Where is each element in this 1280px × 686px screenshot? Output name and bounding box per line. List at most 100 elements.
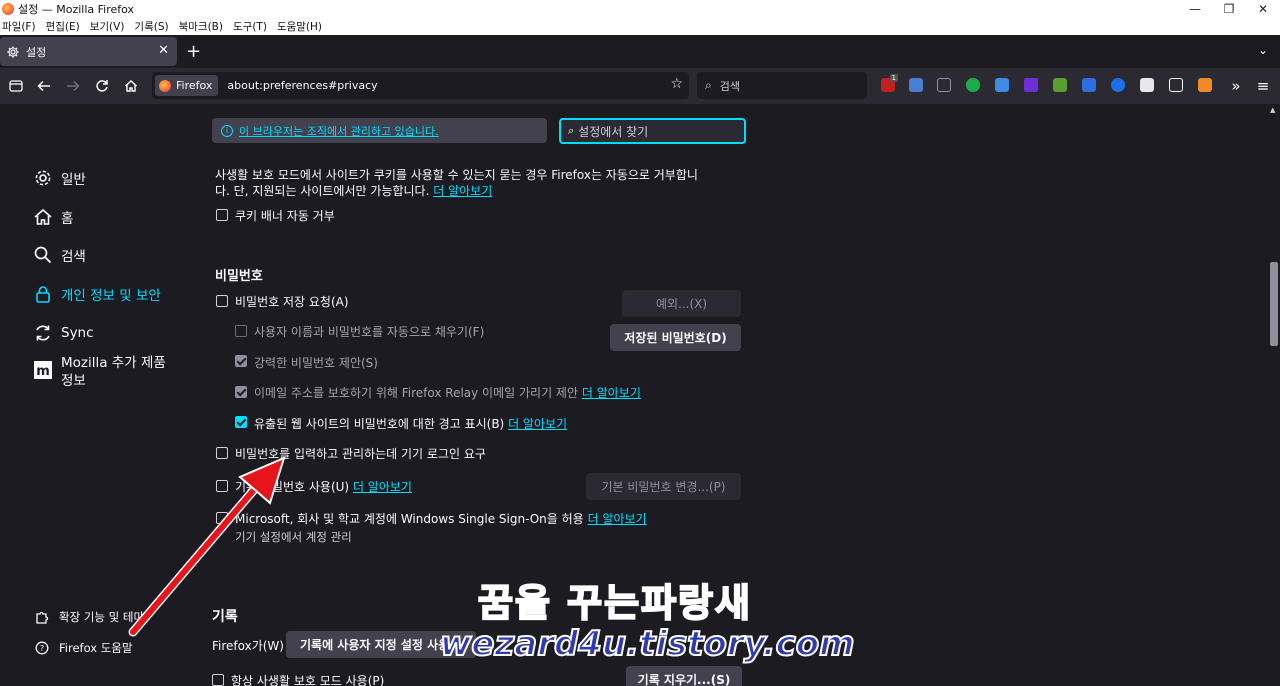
window-title: 설정 — Mozilla Firefox bbox=[18, 3, 135, 16]
tab-label: 설정 bbox=[26, 45, 47, 59]
sidebar-item-text: Mozilla 추가 제품 정보 bbox=[61, 354, 166, 390]
help-icon: ? bbox=[35, 641, 49, 655]
shield-extension-icon[interactable] bbox=[995, 78, 1009, 92]
users-extension-icon[interactable] bbox=[937, 78, 951, 92]
url-text[interactable]: about:preferences#privacy bbox=[227, 79, 377, 92]
new-tab-button[interactable]: + bbox=[186, 41, 201, 62]
reload-icon[interactable] bbox=[92, 76, 112, 96]
sidebar-item-sync[interactable]: Sync bbox=[33, 323, 94, 343]
menu-file[interactable]: 파일(F) bbox=[2, 19, 36, 34]
window-extension-icon[interactable] bbox=[1140, 78, 1154, 92]
suggest-strong-password-label: 강력한 비밀번호 제안(S) bbox=[254, 356, 378, 370]
sync-icon bbox=[33, 323, 53, 343]
relay-learn-more-link[interactable]: 더 알아보기 bbox=[582, 386, 641, 400]
autofill-passwords-checkbox[interactable] bbox=[235, 325, 247, 337]
gear-icon bbox=[7, 45, 19, 58]
menu-bookmarks[interactable]: 북마크(B) bbox=[179, 19, 223, 34]
hamburger-menu-icon[interactable]: ≡ bbox=[1253, 76, 1273, 96]
primary-password-learn-more-link[interactable]: 더 알아보기 bbox=[353, 480, 412, 494]
forward-arrow-icon[interactable] bbox=[63, 76, 83, 96]
home-icon bbox=[33, 207, 53, 227]
cookie-desc-text: 다. 단, 지원되는 사이트에서만 가능합니다. bbox=[215, 184, 430, 198]
reject-cookie-banner-checkbox[interactable] bbox=[216, 209, 228, 221]
sidebar-item-label-line2: 정보 bbox=[61, 373, 86, 389]
find-in-settings-input[interactable]: ⌕ 설정에서 찾기 bbox=[559, 118, 746, 144]
history-firefox-will-label: Firefox가(W) bbox=[212, 639, 284, 653]
saved-passwords-button[interactable]: 저장된 비밀번호(D) bbox=[610, 324, 741, 351]
purple-extension-icon[interactable] bbox=[1024, 78, 1038, 92]
clear-history-button[interactable]: 기록 지우기...(S) bbox=[626, 666, 742, 686]
policy-link[interactable]: 이 브라우저는 조직에서 관리하고 있습니다. bbox=[239, 123, 439, 139]
footer-label: Firefox 도움말 bbox=[59, 641, 133, 655]
menu-edit[interactable]: 편집(E) bbox=[46, 19, 80, 34]
trash-extension-icon[interactable] bbox=[1198, 78, 1212, 92]
menu-view[interactable]: 보기(V) bbox=[90, 19, 125, 34]
autofill-passwords-label: 사용자 이름과 비밀번호를 자동으로 채우기(F) bbox=[254, 325, 485, 339]
close-window-button[interactable]: ✕ bbox=[1246, 2, 1280, 16]
sidebar-footer-extensions[interactable]: 확장 기능 및 테마 bbox=[35, 609, 144, 625]
change-primary-password-button[interactable]: 기본 비밀번호 변경...(P) bbox=[586, 473, 741, 500]
tab-list-chevron-icon[interactable]: ⌄ bbox=[1258, 43, 1268, 57]
sidebar-item-mozilla-products[interactable]: m Mozilla 추가 제품 정보 bbox=[33, 354, 166, 390]
windows-sso-label: Microsoft, 회사 및 학교 계정에 Windows Single Si… bbox=[235, 512, 584, 526]
primary-password-checkbox[interactable] bbox=[216, 480, 228, 492]
search-placeholder: 검색 bbox=[719, 79, 740, 93]
sidebar-item-label: 개인 정보 및 보안 bbox=[61, 288, 161, 304]
firefox-relay-checkbox[interactable] bbox=[235, 386, 247, 398]
menu-history[interactable]: 기록(S) bbox=[134, 19, 168, 34]
menu-tools[interactable]: 도구(T) bbox=[233, 19, 267, 34]
url-bar[interactable]: Firefox about:preferences#privacy ☆ bbox=[152, 72, 689, 99]
check-extension-icon[interactable] bbox=[1111, 78, 1125, 92]
exceptions-button[interactable]: 예외...(X) bbox=[622, 290, 741, 317]
search-icon bbox=[33, 245, 53, 265]
mozilla-icon: m bbox=[33, 360, 53, 380]
breach-learn-more-link[interactable]: 더 알아보기 bbox=[508, 417, 567, 431]
page-scrollbar[interactable]: ▲ bbox=[1268, 104, 1280, 686]
minimize-button[interactable]: — bbox=[1178, 2, 1212, 16]
scroll-up-icon[interactable]: ▲ bbox=[1270, 106, 1275, 114]
scrollbar-thumb[interactable] bbox=[1270, 262, 1278, 346]
site-identity[interactable]: Firefox bbox=[155, 75, 219, 96]
sidebar-item-home[interactable]: 홈 bbox=[33, 207, 73, 227]
extensions-puzzle-icon[interactable] bbox=[1169, 78, 1183, 92]
always-private-mode-checkbox[interactable] bbox=[212, 674, 224, 686]
bookmark-star-icon[interactable]: ☆ bbox=[670, 76, 683, 92]
naver-extension-icon[interactable] bbox=[966, 78, 980, 92]
ask-save-passwords-checkbox[interactable] bbox=[216, 295, 228, 307]
firefox-view-icon[interactable] bbox=[6, 76, 26, 96]
sidebar-item-general[interactable]: 일반 bbox=[33, 168, 86, 188]
cookie-banner-description-line2: 다. 단, 지원되는 사이트에서만 가능합니다. 더 알아보기 bbox=[215, 182, 492, 199]
sidebar-item-label: Mozilla 추가 제품 bbox=[61, 355, 166, 371]
translate-extension-icon[interactable] bbox=[909, 78, 923, 92]
primary-password-row: 기본 비밀번호 사용(U) 더 알아보기 bbox=[235, 478, 412, 495]
cookie-learn-more-link[interactable]: 더 알아보기 bbox=[433, 184, 492, 198]
restore-button[interactable]: ❐ bbox=[1212, 2, 1246, 16]
sso-learn-more-link[interactable]: 더 알아보기 bbox=[588, 512, 647, 526]
firefox-identity-icon bbox=[159, 79, 171, 92]
firefox-logo-icon bbox=[2, 3, 14, 15]
tab-close-icon[interactable]: ✕ bbox=[158, 43, 169, 58]
sidebar-item-search[interactable]: 검색 bbox=[33, 245, 86, 265]
search-icon: ⌕ bbox=[705, 78, 712, 92]
windows-sso-checkbox[interactable] bbox=[216, 512, 228, 524]
overflow-chevron-icon[interactable]: » bbox=[1226, 76, 1246, 96]
suggest-strong-password-checkbox[interactable] bbox=[235, 355, 247, 367]
back-arrow-icon[interactable] bbox=[34, 76, 54, 96]
tab-settings[interactable]: 설정 ✕ bbox=[0, 37, 177, 66]
passwords-heading: 비밀번호 bbox=[215, 269, 263, 284]
menu-help[interactable]: 도움말(H) bbox=[277, 19, 322, 34]
breach-alerts-checkbox[interactable] bbox=[235, 416, 247, 428]
sidebar-footer-help[interactable]: ? Firefox 도움말 bbox=[35, 640, 132, 656]
history-mode-value: 기록에 사용자 지정 설정 사용 bbox=[300, 638, 450, 652]
sidebar-item-privacy[interactable]: 개인 정보 및 보안 bbox=[33, 284, 161, 304]
svg-text:?: ? bbox=[40, 644, 44, 653]
ublock-extension-icon[interactable]: 1 bbox=[881, 74, 898, 92]
sidebar-item-label: 일반 bbox=[61, 172, 86, 188]
sidebar-item-label: 홈 bbox=[61, 211, 74, 227]
require-device-login-checkbox[interactable] bbox=[216, 447, 228, 459]
blue-extension-icon[interactable] bbox=[1082, 78, 1096, 92]
home-button-icon[interactable] bbox=[121, 76, 141, 96]
find-placeholder: 설정에서 찾기 bbox=[578, 124, 649, 139]
green-extension-icon[interactable] bbox=[1053, 78, 1067, 92]
search-bar[interactable]: ⌕ 검색 bbox=[697, 72, 867, 99]
